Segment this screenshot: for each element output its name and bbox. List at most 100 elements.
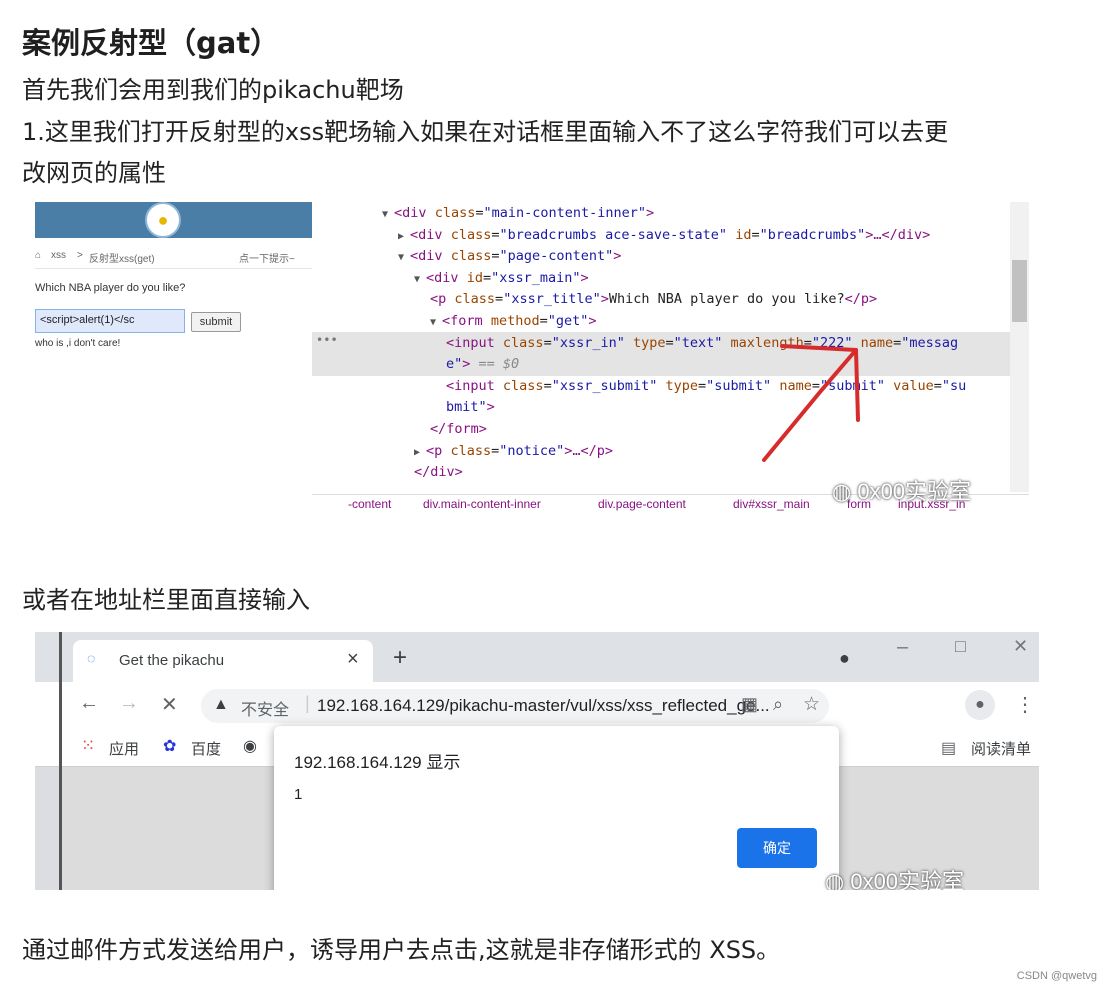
dom-node-line[interactable]: e"> == $0 [446, 353, 519, 375]
dom-attr-value: "xssr_submit" [551, 377, 658, 394]
dom-attr-name: class [442, 248, 492, 265]
tab-search-icon[interactable]: ● [839, 648, 850, 669]
expand-triangle-icon[interactable]: ▶ [414, 447, 426, 458]
dom-attr-value: "breadcrumbs" [759, 226, 866, 243]
devtools-crumb[interactable]: div#xssr_main [733, 497, 810, 511]
reading-list-icon[interactable]: ▤ [941, 738, 956, 758]
reading-list-label[interactable]: 阅读清单 [971, 738, 1031, 759]
dom-tag: <p [430, 291, 447, 308]
dom-node-line[interactable]: <input class="xssr_submit" type="submit"… [446, 375, 966, 397]
bookmark-baidu[interactable]: 百度 [191, 738, 221, 759]
paragraph-intro: 首先我们会用到我们的pikachu靶场 [22, 76, 404, 104]
dom-tag: <input [446, 334, 495, 351]
dom-tag-end: > [646, 205, 655, 221]
apps-icon[interactable]: ⁙ [81, 736, 95, 756]
bookmark-apps[interactable]: 应用 [109, 738, 139, 759]
pikachu-notice: who is ,i don't care! [35, 338, 121, 349]
node-options-icon[interactable]: ••• [316, 333, 338, 347]
dom-node-line[interactable]: ▼ <div class="main-content-inner"> [382, 202, 654, 224]
dom-attr-name: class [442, 226, 492, 243]
submit-button[interactable]: submit [191, 312, 241, 332]
zoom-icon[interactable]: ⌕ [773, 694, 783, 715]
dom-attr-value: "messag [901, 334, 959, 351]
dom-attr-value: "notice" [499, 442, 565, 459]
pikachu-page: ● ⌂ xss > 反射型xss(get) 点一下提示~ Which NBA p… [35, 202, 312, 512]
hint-link[interactable]: 点一下提示~ [239, 250, 295, 265]
close-window-icon[interactable]: ✕ [1013, 636, 1028, 657]
dom-tag-end: >…</div> [865, 226, 931, 243]
devtools-crumb[interactable]: div.main-content-inner [423, 497, 541, 511]
dom-node-line[interactable]: </form> [430, 418, 487, 440]
bookmark-star-icon[interactable]: ☆ [803, 693, 820, 716]
dom-tag-end: > [600, 291, 609, 308]
collapse-triangle-icon[interactable]: ▼ [382, 209, 394, 220]
dom-attr-equals: = [543, 377, 552, 394]
maximize-icon[interactable]: □ [955, 636, 966, 657]
alert-ok-button[interactable]: 确定 [737, 828, 817, 868]
breadcrumb-home-link[interactable]: xss [51, 250, 66, 261]
dom-attr-name: class [494, 334, 544, 351]
dom-attr-equals: = [933, 377, 942, 394]
dom-tag: <div [394, 205, 427, 221]
alert-title: 192.168.164.129 显示 [294, 753, 461, 772]
loading-icon: ◌ [87, 650, 96, 666]
tab-close-icon[interactable]: × [347, 648, 359, 671]
dom-attr-value: "xssr_title" [503, 291, 601, 308]
not-secure-label: 不安全 [241, 702, 290, 719]
dom-node-line[interactable]: ▼ <div class="page-content"> [398, 245, 621, 267]
dom-node-line[interactable]: <input class="xssr_in" type="text" maxle… [446, 332, 958, 354]
dom-node-line[interactable]: ▼ <div id="xssr_main"> [414, 267, 589, 289]
new-tab-icon[interactable]: + [393, 644, 407, 672]
globe-icon[interactable]: ◉ [243, 736, 257, 756]
dom-tag: </div> [414, 464, 463, 481]
xss-input-field[interactable]: <script>alert(1)</sc [35, 309, 185, 333]
dom-tag: <div [410, 248, 443, 265]
dom-attr-equals: = [491, 442, 500, 459]
dom-attr-name: type [624, 334, 666, 351]
collapse-triangle-icon[interactable]: ▼ [398, 252, 410, 263]
menu-icon[interactable]: ⋮ [1015, 692, 1035, 717]
dom-node-line[interactable]: <p class="xssr_title">Which NBA player d… [430, 288, 877, 310]
paragraph-conclusion: 通过邮件方式发送给用户，诱导用户去点击,这就是非存储形式的 XSS。 [22, 936, 781, 964]
baidu-icon[interactable]: ✿ [163, 736, 176, 756]
devtools-scrollbar-thumb[interactable] [1012, 260, 1027, 322]
dom-tag: <form [442, 313, 483, 329]
devtools-scrollbar[interactable] [1010, 202, 1029, 492]
profile-avatar-icon[interactable]: ● [965, 690, 995, 720]
dom-attr-value: "xssr_in" [551, 334, 625, 351]
url-text[interactable]: 192.168.164.129/pikachu-master/vul/xss/x… [317, 696, 770, 716]
forward-icon[interactable]: → [119, 692, 139, 715]
dom-attr-equals: = [495, 291, 504, 308]
stop-icon[interactable]: ✕ [161, 692, 178, 717]
dom-node-line[interactable]: ▼ <form method="get"> [430, 310, 597, 332]
browser-tab[interactable]: ◌ Get the pikachu × [73, 640, 373, 682]
article-heading: 案例反射型（gat） [22, 26, 280, 60]
dom-attr-value: "xssr_main" [491, 269, 581, 286]
dom-attr-value: "page-content" [499, 248, 614, 265]
qr-code-icon[interactable]: ▦ [741, 694, 758, 715]
dom-node-line[interactable]: bmit"> [446, 396, 495, 418]
collapse-triangle-icon[interactable]: ▼ [430, 317, 442, 328]
dom-attr-name: class [426, 205, 476, 221]
dom-node-line[interactable]: ▶ <p class="notice">…</p> [414, 440, 613, 462]
back-icon[interactable]: ← [79, 692, 99, 715]
address-bar[interactable]: ▲ 不安全 | 192.168.164.129/pikachu-master/v… [201, 689, 829, 723]
dom-attr-value: "su [941, 377, 967, 394]
dom-attr-value: e" [446, 356, 463, 373]
dom-tag: <input [446, 377, 495, 394]
expand-triangle-icon[interactable]: ▶ [398, 231, 410, 242]
dom-tag-end: > [486, 399, 495, 416]
dom-attr-name: id [458, 269, 483, 286]
minimize-icon[interactable]: – [897, 636, 908, 659]
dom-node-line[interactable]: </div> [414, 461, 463, 483]
dom-attr-value: bmit" [446, 399, 487, 416]
dom-node-line[interactable]: ▶ <div class = "breadcrumbs ace-save-state… [398, 224, 930, 246]
devtools-crumb[interactable]: div.page-content [598, 497, 686, 511]
devtools-crumb[interactable]: -content [348, 497, 391, 511]
wechat-icon: ◍ [832, 479, 852, 504]
watermark: ◍ 0x00实验室 [825, 864, 964, 890]
pikachu-question: Which NBA player do you like? [35, 282, 186, 294]
collapse-triangle-icon[interactable]: ▼ [414, 274, 426, 285]
watermark: ◍ 0x00实验室 [832, 479, 972, 504]
dom-tag: <div [410, 226, 443, 243]
